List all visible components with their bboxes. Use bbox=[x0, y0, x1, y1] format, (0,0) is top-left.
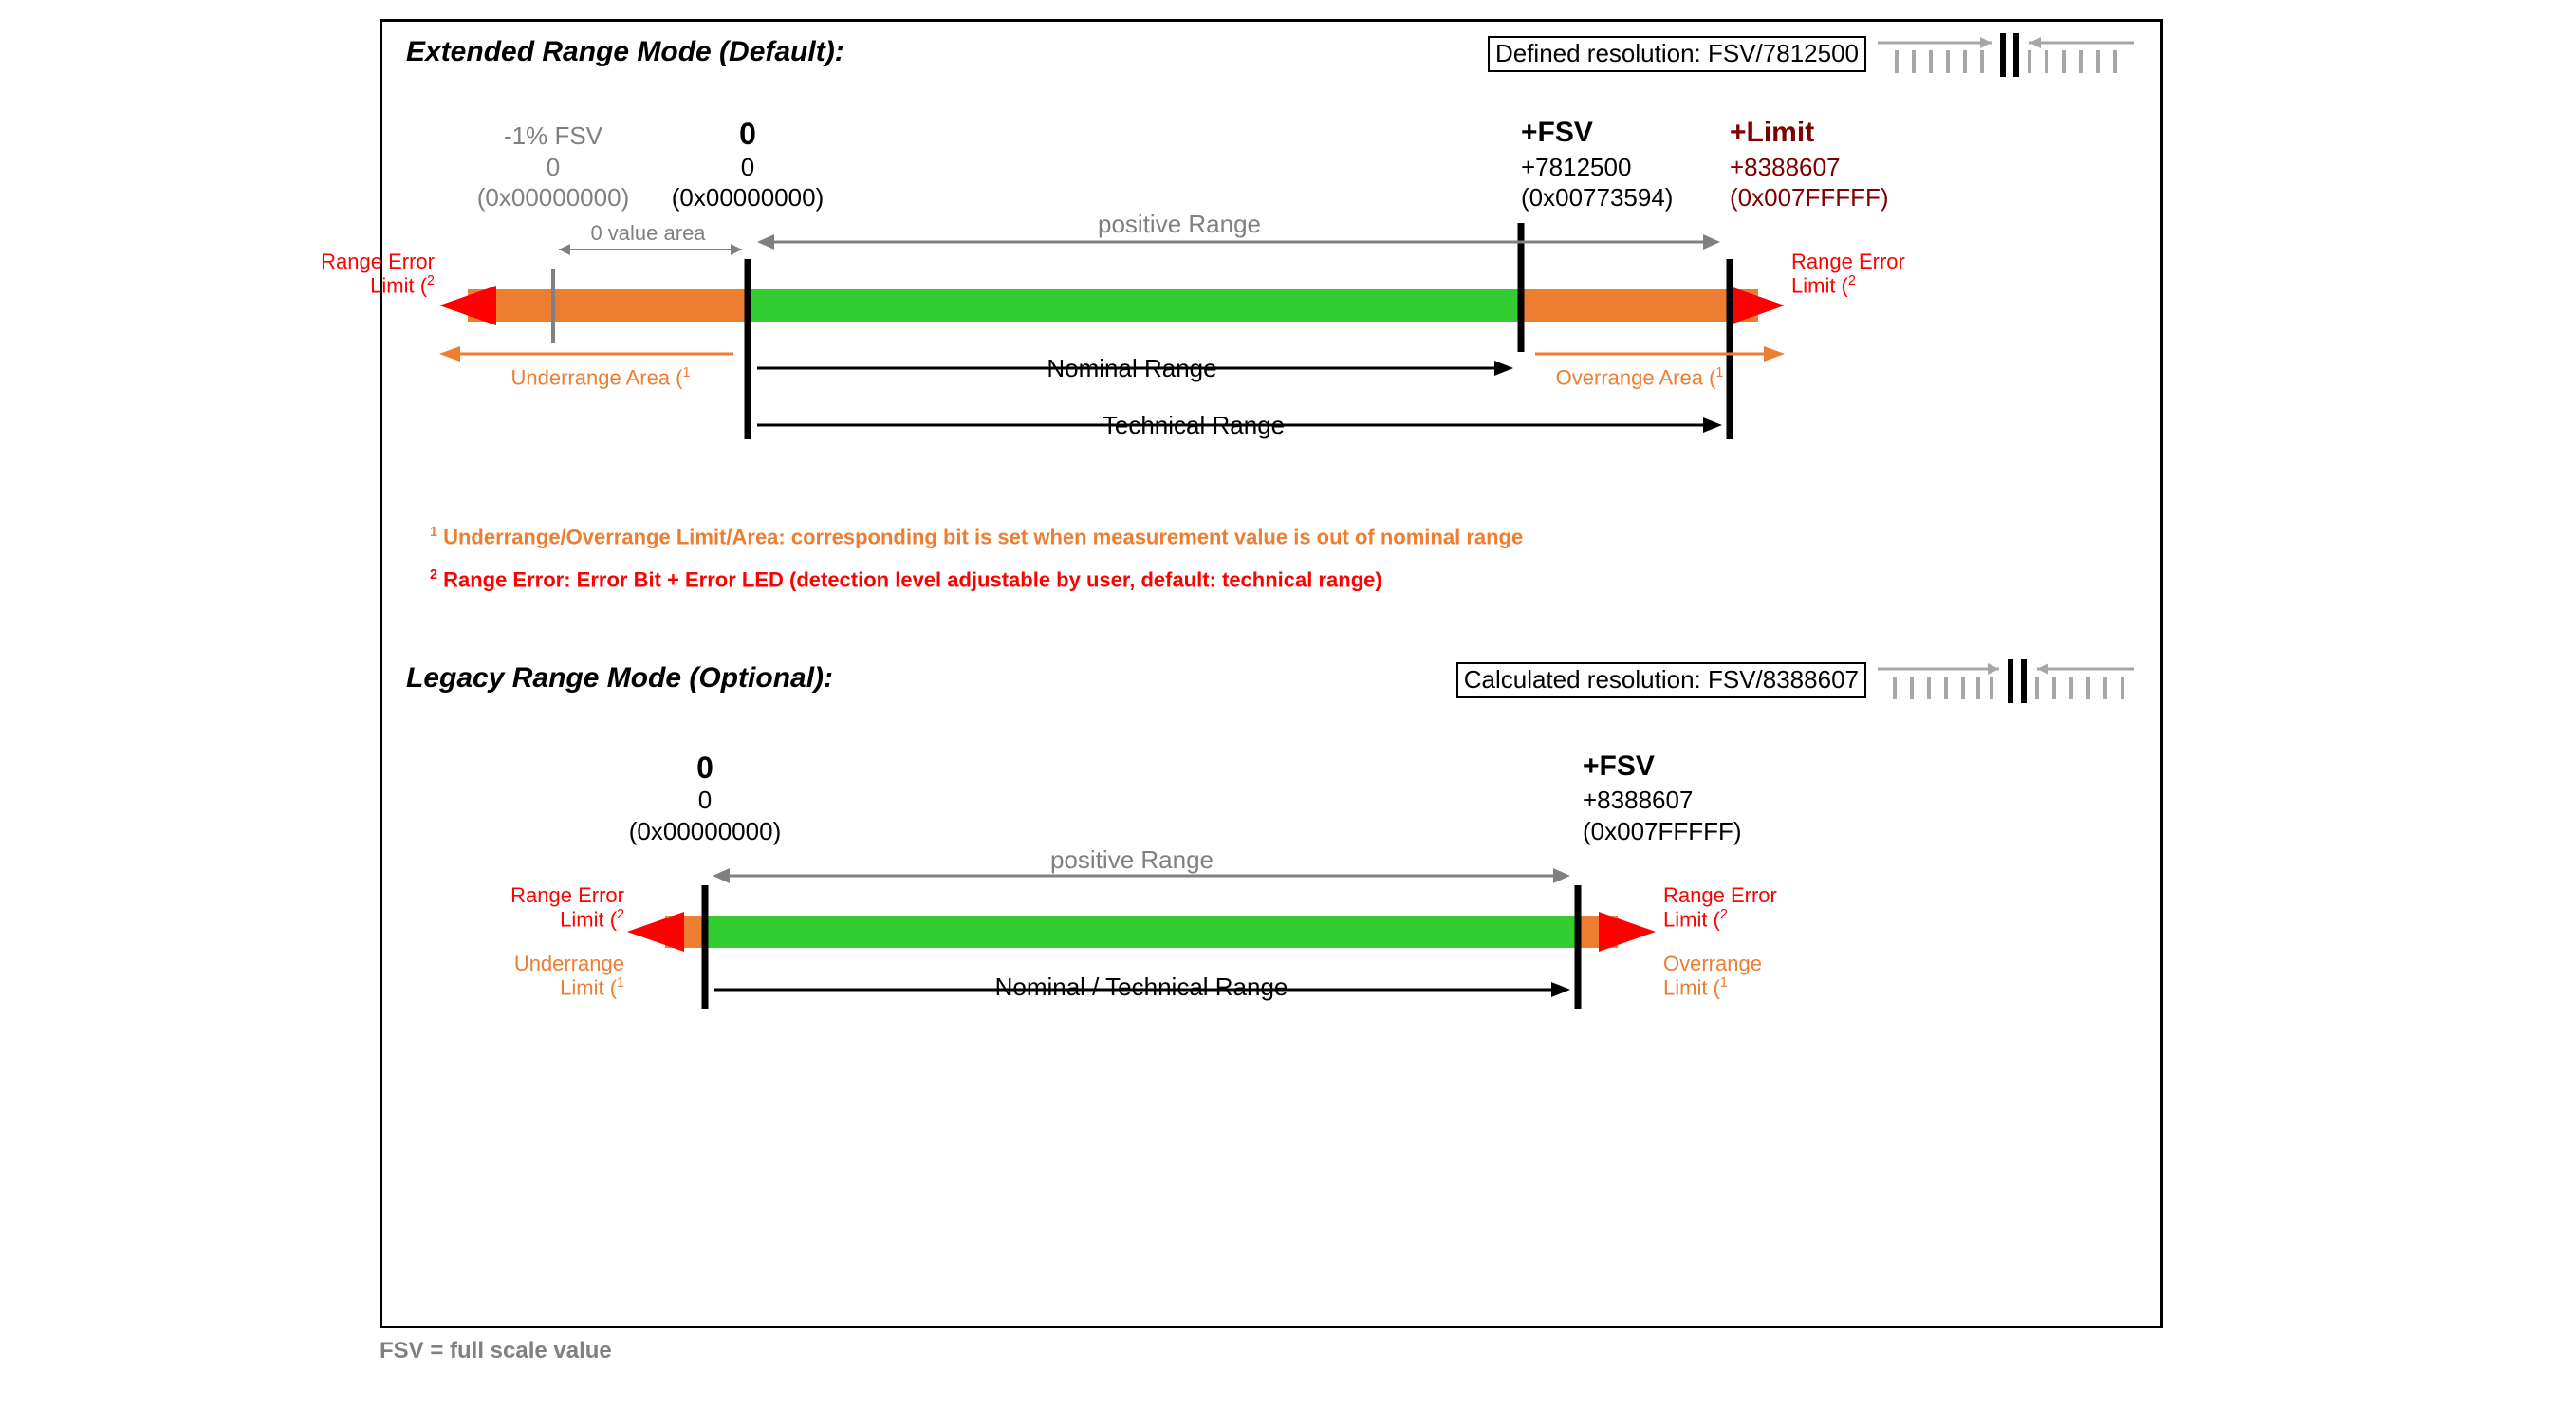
legacy-ticks-icon bbox=[1878, 658, 2134, 705]
ext-zero-val: 0 bbox=[719, 153, 776, 182]
leg-range-error-left: Range Error Limit (2 bbox=[468, 883, 624, 932]
leg-underrange-limit: Underrange Limit (1 bbox=[468, 952, 624, 1000]
ext-underrange-area: Underrange Area (1 bbox=[477, 365, 724, 390]
ext-range-error-right: Range Error Limit (2 bbox=[1791, 250, 1953, 298]
leg-zero-val: 0 bbox=[676, 786, 733, 815]
footnote-2: 2 Range Error: Error Bit + Error LED (de… bbox=[430, 567, 1382, 592]
leg-fsv-label: +FSV bbox=[1583, 751, 1772, 783]
ext-zero-label: 0 bbox=[719, 117, 776, 152]
legacy-title: Legacy Range Mode (Optional): bbox=[406, 662, 833, 695]
leg-fsv-val: +8388607 bbox=[1583, 786, 1791, 815]
extended-title: Extended Range Mode (Default): bbox=[406, 36, 844, 68]
leg-zero-label: 0 bbox=[676, 751, 733, 786]
diagram-frame: Extended Range Mode (Default): Defined r… bbox=[380, 19, 2163, 1328]
ext-fsv-val: +7812500 bbox=[1521, 153, 1730, 182]
ext-overrange-area: Overrange Area (1 bbox=[1530, 365, 1749, 390]
extended-resolution-box: Defined resolution: FSV/7812500 bbox=[1488, 36, 1866, 72]
ext-technical-range: Technical Range bbox=[1028, 411, 1360, 440]
leg-nominal-technical-range: Nominal / Technical Range bbox=[914, 973, 1369, 1002]
legacy-resolution-box: Calculated resolution: FSV/8388607 bbox=[1456, 662, 1866, 698]
footnote-1: 1 Underrange/Overrange Limit/Area: corre… bbox=[430, 525, 1523, 549]
ext-nominal-range: Nominal Range bbox=[990, 354, 1274, 383]
fsv-caption: FSV = full scale value bbox=[380, 1338, 612, 1364]
ext-fsv-label: +FSV bbox=[1521, 117, 1711, 149]
ext-zero-value-area: 0 value area bbox=[572, 221, 724, 246]
ext-range-error-left: Range Error Limit (2 bbox=[278, 250, 435, 298]
ext-m1-pct: -1% FSV bbox=[458, 121, 648, 151]
leg-zero-hex: (0x00000000) bbox=[586, 817, 824, 846]
ext-positive-range: positive Range bbox=[1037, 210, 1322, 239]
leg-range-error-right: Range Error Limit (2 bbox=[1663, 883, 1825, 932]
leg-positive-range: positive Range bbox=[990, 845, 1274, 875]
ext-m1-val: 0 bbox=[458, 153, 648, 182]
page: Extended Range Mode (Default): Defined r… bbox=[0, 0, 2576, 1409]
leg-fsv-hex: (0x007FFFFF) bbox=[1583, 817, 1820, 846]
extended-ticks-icon bbox=[1878, 31, 2134, 79]
leg-overrange-limit: Overrange Limit (1 bbox=[1663, 952, 1825, 1000]
ext-lim-val: +8388607 bbox=[1730, 153, 1938, 182]
ext-lim-label: +Limit bbox=[1730, 117, 1919, 149]
